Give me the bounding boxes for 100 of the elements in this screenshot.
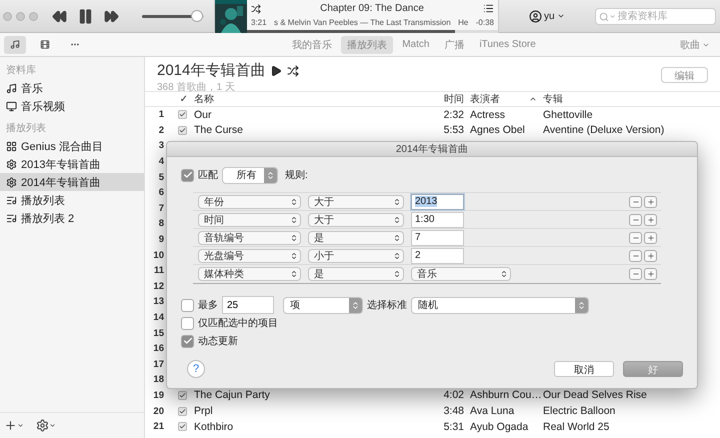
playlist-icon xyxy=(6,194,17,206)
play-icon[interactable] xyxy=(270,64,282,76)
row-number: 2 xyxy=(158,124,165,136)
film-icon[interactable] xyxy=(40,38,50,51)
plus-icon[interactable] xyxy=(646,216,654,224)
option-label: 仅匹配选中的项目 xyxy=(198,316,278,330)
progress-bar[interactable] xyxy=(247,30,498,32)
row-number: 9 xyxy=(158,234,165,246)
remove-rule-button[interactable] xyxy=(629,214,642,226)
field-popup[interactable]: 光盘编号 xyxy=(198,248,301,262)
sidebar-item[interactable]: 播放列表 xyxy=(0,191,144,209)
chevron-down-icon[interactable] xyxy=(556,12,565,20)
settings-icon[interactable] xyxy=(36,419,49,432)
stepper-icon[interactable] xyxy=(393,216,401,224)
stepper-icon[interactable] xyxy=(290,252,298,260)
field-popup[interactable]: 媒体种类 xyxy=(198,267,301,281)
stepper-icon[interactable] xyxy=(290,198,298,206)
table-cell-text: The Curse xyxy=(193,124,244,136)
add-button[interactable] xyxy=(4,419,24,432)
volume-slider[interactable] xyxy=(142,10,204,22)
settings-button[interactable] xyxy=(36,419,56,432)
add-rule-button[interactable] xyxy=(644,214,657,226)
add-rule-button[interactable] xyxy=(644,250,657,262)
stepper-icon[interactable] xyxy=(290,270,298,278)
operator-popup[interactable]: 小于 xyxy=(308,248,404,262)
sidebar-item[interactable]: 2014年专辑首曲 xyxy=(0,173,144,191)
sidebar-label: 2013年专辑首曲 xyxy=(21,158,100,172)
stepper-icon[interactable] xyxy=(500,270,508,278)
stepper-icon[interactable] xyxy=(393,234,401,242)
table-cell-text: The Cajun Party xyxy=(193,389,271,402)
volume-thumb[interactable] xyxy=(191,10,204,22)
remove-rule-button[interactable] xyxy=(629,268,642,280)
stepper-icon[interactable] xyxy=(290,216,298,224)
chevron-down-icon[interactable] xyxy=(49,422,56,429)
list-icon[interactable] xyxy=(483,3,494,14)
help-button[interactable]: ? xyxy=(187,360,205,378)
operator-popup[interactable]: 大于 xyxy=(308,194,404,208)
field-popup[interactable]: 音轨编号 xyxy=(198,230,301,244)
row-number: 10 xyxy=(152,250,165,261)
remove-rule-button[interactable] xyxy=(629,232,642,244)
add-rule-button[interactable] xyxy=(644,196,657,208)
value-field[interactable]: 2 xyxy=(411,248,464,264)
match-mode-popup[interactable]: 所有 xyxy=(222,166,278,184)
stepper-icon[interactable] xyxy=(393,252,401,260)
fast-forward-button[interactable] xyxy=(104,8,119,24)
add-rule-button[interactable] xyxy=(644,268,657,280)
table-cell-text: Ayub Ogada xyxy=(469,420,530,433)
plus-icon[interactable] xyxy=(646,252,654,260)
value-field[interactable]: 7 xyxy=(411,230,464,246)
row-number: 12 xyxy=(152,280,165,292)
remove-rule-button[interactable] xyxy=(629,196,642,208)
sidebar-item[interactable]: Genius 混合曲目 xyxy=(0,137,144,155)
limit-checkbox[interactable] xyxy=(181,298,194,312)
stepper-icon[interactable] xyxy=(290,234,298,242)
stepper-icon[interactable] xyxy=(393,198,401,206)
sidebar-item[interactable]: 2013年专辑首曲 xyxy=(0,155,144,173)
shuffle-icon[interactable] xyxy=(251,4,261,14)
sidebar-item[interactable]: 播放列表 2 xyxy=(0,209,144,227)
operator-popup[interactable]: 是 xyxy=(308,267,404,281)
limit-unit-popup[interactable]: 项 xyxy=(283,296,363,314)
sidebar-item[interactable]: 音乐 xyxy=(0,79,144,97)
grid-icon xyxy=(6,140,17,152)
row-number: 13 xyxy=(152,296,165,308)
sidebar-item[interactable]: 音乐视频 xyxy=(0,97,144,115)
music-view-button[interactable] xyxy=(4,36,26,54)
add-rule-button[interactable] xyxy=(644,232,657,244)
music-note-icon[interactable] xyxy=(10,38,20,51)
operator-popup[interactable]: 大于 xyxy=(308,212,404,226)
plus-icon[interactable] xyxy=(4,419,17,432)
pause-button[interactable] xyxy=(77,8,94,24)
field-popup[interactable]: 年份 xyxy=(198,194,301,208)
sidebar-heading: 播放列表 xyxy=(5,122,47,136)
stepper-icon[interactable] xyxy=(393,270,401,278)
column-header[interactable]: 名称 xyxy=(191,92,423,106)
operator-popup[interactable]: 是 xyxy=(308,230,404,244)
column-header[interactable]: ✓ xyxy=(165,94,191,104)
dialog-button[interactable]: 取消 xyxy=(554,361,614,377)
field-popup[interactable]: 时间 xyxy=(198,212,301,226)
column-header[interactable]: 专辑 xyxy=(540,92,720,106)
column-header[interactable]: 时间 xyxy=(423,92,467,106)
chevron-down-icon[interactable] xyxy=(17,422,24,429)
rewind-button[interactable] xyxy=(52,8,67,24)
sidebar-label: 2014年专辑首曲 xyxy=(21,176,100,190)
plus-icon[interactable] xyxy=(646,198,654,206)
shuffle-icon[interactable] xyxy=(287,64,300,76)
limit-count-field[interactable]: 25 xyxy=(222,296,274,314)
track-subtitle: s & Melvin Van Peebles — The Last Transmission xyxy=(274,18,451,27)
plus-icon[interactable] xyxy=(646,234,654,242)
plus-icon[interactable] xyxy=(646,270,654,278)
value-field[interactable]: 1:30 xyxy=(411,212,464,228)
value-field[interactable]: 2013 xyxy=(411,194,464,210)
criterion-popup[interactable]: 随机 xyxy=(411,296,589,314)
user-icon[interactable] xyxy=(529,10,542,22)
option-checkbox[interactable] xyxy=(181,316,194,330)
account-button[interactable]: yu xyxy=(529,10,565,22)
edit-button[interactable]: 编辑 xyxy=(661,67,708,83)
row-number: 6 xyxy=(158,187,165,198)
value-popup[interactable]: 音乐 xyxy=(411,267,511,281)
remove-rule-button[interactable] xyxy=(629,250,642,262)
column-header[interactable]: 表演者 xyxy=(467,92,540,106)
